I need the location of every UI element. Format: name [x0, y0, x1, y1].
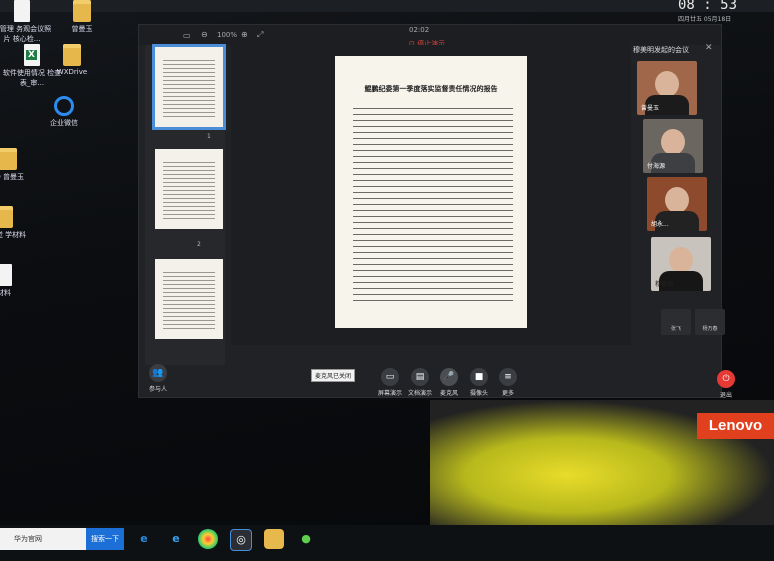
- fit-page-icon[interactable]: ⤢: [257, 30, 263, 40]
- wecom-icon: [54, 96, 74, 116]
- excel-file-icon: [24, 44, 40, 66]
- gallery-title: 穆美明发起的会议: [633, 46, 689, 54]
- meeting-window: ▭ ⊖ 100% ⊕ ⤢ 02:02 ⊡ 停止演示 1 2 鲲鹏纪委第一季度落实…: [138, 24, 725, 398]
- document-icon: [0, 264, 12, 286]
- taskbar-search-input[interactable]: 华为官网: [0, 528, 86, 550]
- power-icon: ⏻: [717, 370, 735, 388]
- folder-icon: ▤: [411, 368, 429, 386]
- clock-date: 四月廿五 05月18日: [678, 16, 732, 23]
- file-explorer-icon[interactable]: [264, 529, 284, 549]
- taskbar: 华为官网 搜索一下 e e ◎ ●: [0, 525, 774, 561]
- camera-icon: ■: [470, 368, 488, 386]
- desktop-icon-zengmanyu[interactable]: 曾曼玉: [52, 0, 112, 34]
- screen-share-button[interactable]: ▭ 屏幕演示: [373, 368, 407, 397]
- folder-icon: [73, 0, 91, 22]
- color-app-icon[interactable]: [198, 529, 218, 549]
- zoom-in-icon[interactable]: ⊕: [241, 30, 248, 39]
- desktop-icon-meeting-photos[interactable]: 校管理 务观会议照片 核心检...: [0, 0, 52, 44]
- document-icon: [14, 0, 30, 22]
- desktop-icon-wecom[interactable]: 企业微信: [34, 96, 94, 128]
- page-thumbnail[interactable]: [155, 259, 223, 339]
- mic-button[interactable]: 🎤 麦克风: [432, 368, 466, 397]
- zoom-out-icon[interactable]: ⊖: [201, 30, 208, 39]
- folder-icon: [0, 206, 13, 228]
- lenovo-logo: Lenovo: [697, 413, 774, 439]
- zoom-level: 100%: [217, 31, 238, 39]
- participant-tile[interactable]: 曾曼玉: [637, 61, 697, 115]
- people-icon: 👥: [149, 364, 167, 382]
- participant-tile[interactable]: 胡永...: [647, 177, 707, 231]
- thumbnail-number: 2: [197, 241, 201, 248]
- clock-time: 08 : 53: [678, 0, 738, 13]
- monitor-icon: ▭: [381, 368, 399, 386]
- folder-icon: [63, 44, 81, 66]
- presentation-timer: 02:02: [409, 26, 430, 34]
- desktop-icon-study-materials[interactable]: 严治觉 学材料: [0, 206, 34, 240]
- page-thumbnail[interactable]: [152, 44, 226, 130]
- wechat-icon[interactable]: ●: [296, 529, 316, 549]
- thumbnail-number: 1: [207, 133, 211, 140]
- sidebar-toggle-icon[interactable]: ▭: [183, 31, 191, 40]
- menu-icon: ≡: [499, 368, 517, 386]
- leave-button[interactable]: ⏻ 退出: [709, 370, 743, 399]
- document-body: [353, 104, 513, 302]
- mic-tooltip: 麦克风已关闭: [311, 369, 356, 382]
- participant-tile[interactable]: 穆美明: [651, 237, 711, 291]
- desktop-icon-materials[interactable]: 材料: [0, 264, 34, 298]
- document-page: 鲲鹏纪委第一季度落实监督责任情况的报告: [335, 56, 527, 328]
- meeting-app-icon[interactable]: ◎: [230, 529, 252, 551]
- desktop-icon-zengmanyu-19[interactable]: 19 曾曼玉: [0, 148, 38, 182]
- close-icon[interactable]: ✕: [705, 43, 713, 53]
- desktop-top-strip: [0, 0, 774, 12]
- page-thumbnails-panel: 1 2: [145, 44, 226, 365]
- microphone-off-icon: 🎤: [440, 368, 458, 386]
- document-title: 鲲鹏纪委第一季度落实监督责任情况的报告: [364, 84, 498, 93]
- page-thumbnail[interactable]: [155, 149, 223, 229]
- ie-browser-icon[interactable]: e: [134, 529, 154, 549]
- participant-tile[interactable]: 付海源: [643, 119, 703, 173]
- search-button[interactable]: 搜索一下: [86, 528, 124, 550]
- desktop-icon-wxdrive[interactable]: WXDrive: [42, 44, 102, 76]
- more-button[interactable]: ≡ 更多: [491, 368, 525, 397]
- mini-participant-tile[interactable]: 张飞: [661, 309, 691, 335]
- participants-button[interactable]: 👥 参与人: [141, 364, 175, 393]
- edge-browser-icon[interactable]: e: [166, 529, 186, 549]
- mini-participant-tile[interactable]: 杨万春: [695, 309, 725, 335]
- folder-icon: [0, 148, 17, 170]
